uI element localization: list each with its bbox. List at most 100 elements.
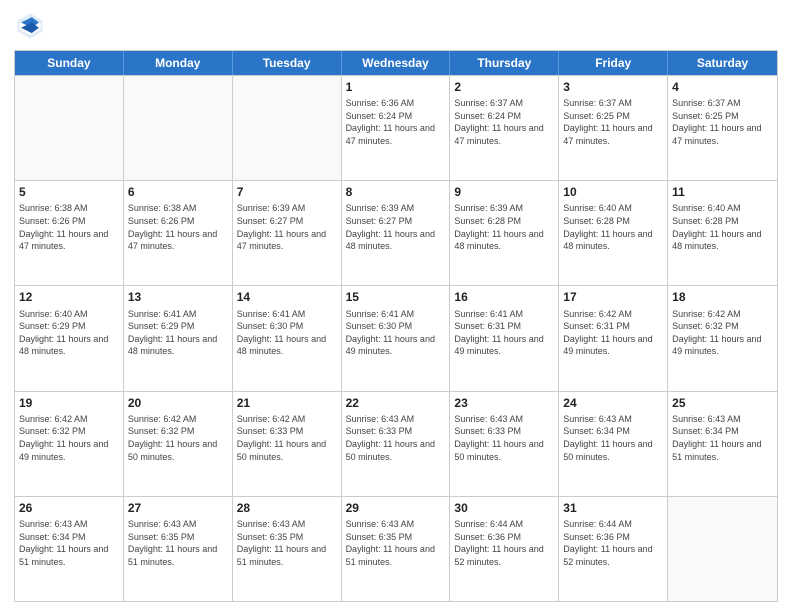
day-number: 26	[19, 500, 119, 516]
calendar-day-empty	[15, 76, 124, 180]
calendar-week-4: 19 Sunrise: 6:42 AM Sunset: 6:32 PM Dayli…	[15, 391, 777, 496]
calendar-day-16: 16 Sunrise: 6:41 AM Sunset: 6:31 PM Dayli…	[450, 286, 559, 390]
day-detail: Sunrise: 6:43 AM Sunset: 6:34 PM Dayligh…	[563, 413, 663, 463]
calendar-day-27: 27 Sunrise: 6:43 AM Sunset: 6:35 PM Dayli…	[124, 497, 233, 601]
day-detail: Sunrise: 6:43 AM Sunset: 6:33 PM Dayligh…	[454, 413, 554, 463]
day-detail: Sunrise: 6:43 AM Sunset: 6:34 PM Dayligh…	[19, 518, 119, 568]
calendar-day-12: 12 Sunrise: 6:40 AM Sunset: 6:29 PM Dayli…	[15, 286, 124, 390]
day-detail: Sunrise: 6:41 AM Sunset: 6:31 PM Dayligh…	[454, 308, 554, 358]
day-number: 5	[19, 184, 119, 200]
day-number: 22	[346, 395, 446, 411]
calendar-day-empty	[233, 76, 342, 180]
day-number: 1	[346, 79, 446, 95]
calendar-day-2: 2 Sunrise: 6:37 AM Sunset: 6:24 PM Daylig…	[450, 76, 559, 180]
calendar-day-26: 26 Sunrise: 6:43 AM Sunset: 6:34 PM Dayli…	[15, 497, 124, 601]
day-detail: Sunrise: 6:43 AM Sunset: 6:35 PM Dayligh…	[237, 518, 337, 568]
calendar-day-10: 10 Sunrise: 6:40 AM Sunset: 6:28 PM Dayli…	[559, 181, 668, 285]
logo	[14, 10, 50, 42]
calendar: SundayMondayTuesdayWednesdayThursdayFrid…	[14, 50, 778, 602]
calendar-week-5: 26 Sunrise: 6:43 AM Sunset: 6:34 PM Dayli…	[15, 496, 777, 601]
day-detail: Sunrise: 6:42 AM Sunset: 6:33 PM Dayligh…	[237, 413, 337, 463]
calendar-day-9: 9 Sunrise: 6:39 AM Sunset: 6:28 PM Daylig…	[450, 181, 559, 285]
day-number: 27	[128, 500, 228, 516]
calendar-day-20: 20Sunrise: 6:42 AM Sunset: 6:32 PM Dayli…	[124, 392, 233, 496]
day-number: 6	[128, 184, 228, 200]
day-number: 13	[128, 289, 228, 305]
day-number: 15	[346, 289, 446, 305]
day-detail: Sunrise: 6:39 AM Sunset: 6:27 PM Dayligh…	[346, 202, 446, 252]
day-detail: Sunrise: 6:41 AM Sunset: 6:30 PM Dayligh…	[237, 308, 337, 358]
day-detail: Sunrise: 6:38 AM Sunset: 6:26 PM Dayligh…	[128, 202, 228, 252]
calendar-day-11: 11Sunrise: 6:40 AM Sunset: 6:28 PM Dayli…	[668, 181, 777, 285]
day-detail: Sunrise: 6:37 AM Sunset: 6:25 PM Dayligh…	[672, 97, 773, 147]
calendar-day-empty	[668, 497, 777, 601]
day-detail: Sunrise: 6:42 AM Sunset: 6:32 PM Dayligh…	[128, 413, 228, 463]
day-detail: Sunrise: 6:41 AM Sunset: 6:30 PM Dayligh…	[346, 308, 446, 358]
calendar-day-21: 21 Sunrise: 6:42 AM Sunset: 6:33 PM Dayli…	[233, 392, 342, 496]
calendar-day-8: 8 Sunrise: 6:39 AM Sunset: 6:27 PM Daylig…	[342, 181, 451, 285]
calendar-day-25: 25 Sunrise: 6:43 AM Sunset: 6:34 PM Dayli…	[668, 392, 777, 496]
day-number: 19	[19, 395, 119, 411]
day-detail: Sunrise: 6:44 AM Sunset: 6:36 PM Dayligh…	[563, 518, 663, 568]
day-detail: Sunrise: 6:37 AM Sunset: 6:25 PM Dayligh…	[563, 97, 663, 147]
day-number: 14	[237, 289, 337, 305]
calendar-day-13: 13 Sunrise: 6:41 AM Sunset: 6:29 PM Dayli…	[124, 286, 233, 390]
day-detail: Sunrise: 6:41 AM Sunset: 6:29 PM Dayligh…	[128, 308, 228, 358]
calendar-day-22: 22 Sunrise: 6:43 AM Sunset: 6:33 PM Dayli…	[342, 392, 451, 496]
day-number: 10	[563, 184, 663, 200]
day-detail: Sunrise: 6:44 AM Sunset: 6:36 PM Dayligh…	[454, 518, 554, 568]
day-number: 12	[19, 289, 119, 305]
calendar-day-28: 28 Sunrise: 6:43 AM Sunset: 6:35 PM Dayli…	[233, 497, 342, 601]
day-number: 21	[237, 395, 337, 411]
day-number: 25	[672, 395, 773, 411]
day-detail: Sunrise: 6:43 AM Sunset: 6:35 PM Dayligh…	[128, 518, 228, 568]
calendar-day-4: 4 Sunrise: 6:37 AM Sunset: 6:25 PM Daylig…	[668, 76, 777, 180]
day-number: 29	[346, 500, 446, 516]
logo-icon	[14, 10, 46, 42]
calendar-day-1: 1 Sunrise: 6:36 AM Sunset: 6:24 PM Daylig…	[342, 76, 451, 180]
calendar-day-31: 31 Sunrise: 6:44 AM Sunset: 6:36 PM Dayli…	[559, 497, 668, 601]
calendar-day-15: 15 Sunrise: 6:41 AM Sunset: 6:30 PM Dayli…	[342, 286, 451, 390]
day-detail: Sunrise: 6:43 AM Sunset: 6:33 PM Dayligh…	[346, 413, 446, 463]
calendar-week-2: 5 Sunrise: 6:38 AM Sunset: 6:26 PM Daylig…	[15, 180, 777, 285]
header-day-thursday: Thursday	[450, 51, 559, 75]
day-detail: Sunrise: 6:42 AM Sunset: 6:31 PM Dayligh…	[563, 308, 663, 358]
header-day-saturday: Saturday	[668, 51, 777, 75]
day-detail: Sunrise: 6:37 AM Sunset: 6:24 PM Dayligh…	[454, 97, 554, 147]
header-day-monday: Monday	[124, 51, 233, 75]
day-detail: Sunrise: 6:40 AM Sunset: 6:28 PM Dayligh…	[563, 202, 663, 252]
calendar-day-5: 5 Sunrise: 6:38 AM Sunset: 6:26 PM Daylig…	[15, 181, 124, 285]
header-day-tuesday: Tuesday	[233, 51, 342, 75]
day-number: 2	[454, 79, 554, 95]
day-detail: Sunrise: 6:40 AM Sunset: 6:29 PM Dayligh…	[19, 308, 119, 358]
day-detail: Sunrise: 6:43 AM Sunset: 6:34 PM Dayligh…	[672, 413, 773, 463]
day-number: 18	[672, 289, 773, 305]
day-number: 4	[672, 79, 773, 95]
calendar-day-17: 17 Sunrise: 6:42 AM Sunset: 6:31 PM Dayli…	[559, 286, 668, 390]
header-day-wednesday: Wednesday	[342, 51, 451, 75]
day-detail: Sunrise: 6:39 AM Sunset: 6:28 PM Dayligh…	[454, 202, 554, 252]
day-number: 31	[563, 500, 663, 516]
calendar-body: 1 Sunrise: 6:36 AM Sunset: 6:24 PM Daylig…	[15, 75, 777, 601]
calendar-day-3: 3Sunrise: 6:37 AM Sunset: 6:25 PM Daylig…	[559, 76, 668, 180]
day-number: 7	[237, 184, 337, 200]
calendar-day-6: 6 Sunrise: 6:38 AM Sunset: 6:26 PM Daylig…	[124, 181, 233, 285]
day-detail: Sunrise: 6:36 AM Sunset: 6:24 PM Dayligh…	[346, 97, 446, 147]
day-number: 24	[563, 395, 663, 411]
day-detail: Sunrise: 6:43 AM Sunset: 6:35 PM Dayligh…	[346, 518, 446, 568]
calendar-week-3: 12 Sunrise: 6:40 AM Sunset: 6:29 PM Dayli…	[15, 285, 777, 390]
day-number: 9	[454, 184, 554, 200]
calendar-day-30: 30 Sunrise: 6:44 AM Sunset: 6:36 PM Dayli…	[450, 497, 559, 601]
calendar-day-29: 29 Sunrise: 6:43 AM Sunset: 6:35 PM Dayli…	[342, 497, 451, 601]
header-day-sunday: Sunday	[15, 51, 124, 75]
day-number: 17	[563, 289, 663, 305]
day-number: 28	[237, 500, 337, 516]
calendar-day-14: 14 Sunrise: 6:41 AM Sunset: 6:30 PM Dayli…	[233, 286, 342, 390]
calendar-day-18: 18 Sunrise: 6:42 AM Sunset: 6:32 PM Dayli…	[668, 286, 777, 390]
calendar-day-23: 23Sunrise: 6:43 AM Sunset: 6:33 PM Dayli…	[450, 392, 559, 496]
day-number: 16	[454, 289, 554, 305]
day-number: 30	[454, 500, 554, 516]
day-detail: Sunrise: 6:38 AM Sunset: 6:26 PM Dayligh…	[19, 202, 119, 252]
day-number: 8	[346, 184, 446, 200]
day-detail: Sunrise: 6:42 AM Sunset: 6:32 PM Dayligh…	[672, 308, 773, 358]
